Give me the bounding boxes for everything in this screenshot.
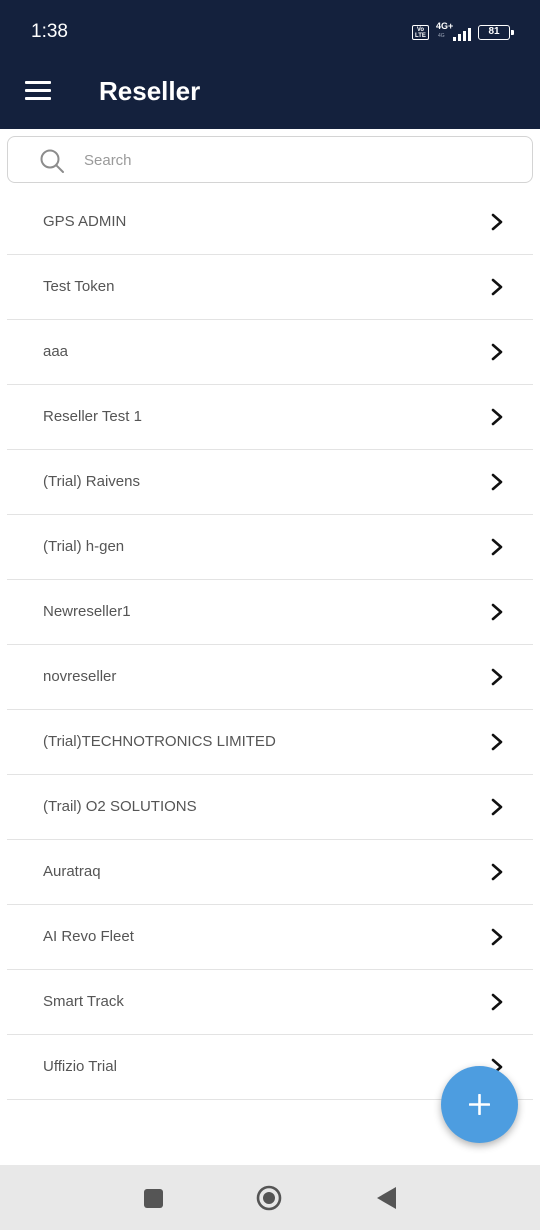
chevron-right-icon	[491, 278, 503, 296]
page-title: Reseller	[99, 76, 201, 106]
reseller-name: AI Revo Fleet	[43, 928, 134, 945]
reseller-name: Smart Track	[43, 993, 124, 1010]
chevron-right-icon	[491, 668, 503, 686]
list-item[interactable]: (Trail) O2 SOLUTIONS	[7, 775, 533, 840]
list-item[interactable]: novreseller	[7, 645, 533, 710]
recent-apps-icon[interactable]	[140, 1185, 166, 1211]
reseller-name: (Trial) h-gen	[43, 538, 125, 555]
list-item[interactable]: Auratraq	[7, 840, 533, 905]
list-item[interactable]: (Trial) Raivens	[7, 450, 533, 515]
search-icon	[40, 149, 64, 173]
reseller-name: Reseller Test 1	[43, 408, 142, 425]
reseller-name: Newreseller1	[43, 603, 131, 620]
battery-icon: 81	[478, 24, 514, 40]
chevron-right-icon	[491, 603, 503, 621]
list-item[interactable]: (Trial)TECHNOTRONICS LIMITED	[7, 710, 533, 775]
network-sub: 4G	[438, 33, 445, 39]
list-item[interactable]: GPS ADMIN	[7, 190, 533, 255]
chevron-right-icon	[491, 928, 503, 946]
chevron-right-icon	[491, 473, 503, 491]
search-bar[interactable]	[7, 136, 533, 183]
signal-bars	[453, 28, 471, 41]
reseller-list: GPS ADMIN Test Token aaa Reseller Test 1 (Tr…	[7, 190, 533, 1100]
reseller-name: (Trial) Raivens	[43, 473, 140, 490]
reseller-name: novreseller	[43, 668, 117, 685]
list-item[interactable]: (Trial) h-gen	[7, 515, 533, 580]
list-item[interactable]: Newreseller1	[7, 580, 533, 645]
chevron-right-icon	[491, 993, 503, 1011]
search-input[interactable]	[84, 148, 504, 172]
list-item[interactable]: Test Token	[7, 255, 533, 320]
app-bar: Reseller	[0, 62, 540, 129]
list-item[interactable]: Reseller Test 1	[7, 385, 533, 450]
status-icons: Vo LTE 4G+ 4G 81	[412, 21, 514, 42]
chevron-right-icon	[491, 408, 503, 426]
volte-icon: Vo LTE	[412, 24, 429, 40]
list-item[interactable]: aaa	[7, 320, 533, 385]
plus-icon	[469, 1094, 490, 1115]
list-item[interactable]: Smart Track	[7, 970, 533, 1035]
back-icon[interactable]	[374, 1185, 400, 1211]
chevron-right-icon	[491, 863, 503, 881]
reseller-name: aaa	[43, 343, 69, 360]
reseller-screen: 1:38 Vo LTE 4G+ 4G 81 Reseller Search GP…	[0, 0, 540, 1230]
network-type: 4G+	[436, 21, 454, 31]
home-icon[interactable]	[256, 1185, 282, 1211]
reseller-name: Auratraq	[43, 863, 101, 880]
chevron-right-icon	[491, 343, 503, 361]
reseller-name: Test Token	[43, 278, 115, 295]
system-nav-bar	[0, 1165, 540, 1230]
status-time: 1:38	[31, 21, 68, 42]
reseller-name: GPS ADMIN	[43, 213, 127, 230]
hamburger-menu-icon[interactable]	[22, 78, 56, 106]
status-bar: 1:38 Vo LTE 4G+ 4G 81	[0, 0, 540, 62]
chevron-right-icon	[491, 798, 503, 816]
signal-icon: 4G+ 4G	[436, 21, 471, 41]
reseller-name: (Trail) O2 SOLUTIONS	[43, 798, 197, 815]
list-item[interactable]: AI Revo Fleet	[7, 905, 533, 970]
chevron-right-icon	[491, 213, 503, 231]
chevron-right-icon	[491, 538, 503, 556]
add-reseller-button[interactable]	[441, 1066, 518, 1143]
reseller-name: (Trial)TECHNOTRONICS LIMITED	[43, 733, 276, 750]
chevron-right-icon	[491, 733, 503, 751]
reseller-name: Uffizio Trial	[43, 1058, 117, 1075]
